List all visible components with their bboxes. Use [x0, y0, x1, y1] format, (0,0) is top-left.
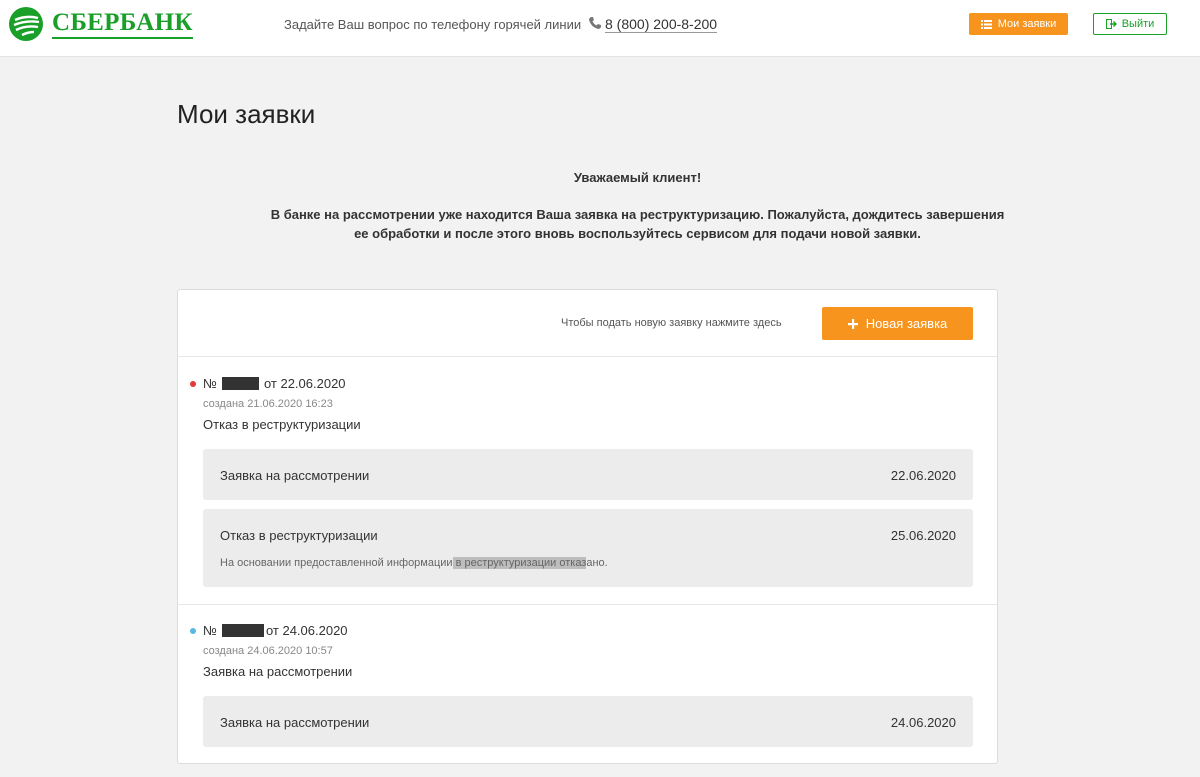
new-request-hint: Чтобы подать новую заявку нажмите здесь [561, 317, 782, 329]
my-requests-label: Мои заявки [997, 18, 1057, 30]
stage-row: Заявка на рассмотрении 24.06.2020 [203, 696, 973, 747]
stage-row: Заявка на рассмотрении 22.06.2020 [203, 449, 973, 500]
logo-text: СБЕРБАНК [52, 10, 193, 39]
page-title: Мои заявки [177, 99, 316, 129]
application-number: № от 24.06.2020 [203, 623, 348, 638]
stage-date: 22.06.2020 [890, 468, 956, 483]
applications-card: Чтобы подать новую заявку нажмите здесь … [177, 289, 998, 764]
number-prefix: № [203, 623, 217, 638]
stage-date: 25.06.2020 [890, 528, 956, 543]
stage-note-part-2: ано. [586, 557, 608, 569]
card-toolbar: Чтобы подать новую заявку нажмите здесь … [178, 290, 997, 357]
phone-icon [589, 17, 601, 29]
hotline-text: Задайте Ваш вопрос по телефону горячей л… [284, 17, 582, 32]
application-created: создана 24.06.2020 10:57 [203, 645, 333, 657]
stage-note: На основании предоставленной информации … [220, 557, 608, 569]
header: СБЕРБАНК Задайте Ваш вопрос по телефону … [0, 0, 1200, 57]
application-date: от 24.06.2020 [265, 623, 348, 638]
new-request-button[interactable]: Новая заявка [822, 307, 973, 340]
stage-note-part-1: На основании предоставленной информации [220, 557, 453, 569]
application-created: создана 21.06.2020 16:23 [203, 398, 333, 410]
my-requests-button[interactable]: Мои заявки [969, 13, 1068, 35]
application-status: Отказ в реструктуризации [203, 417, 361, 432]
notice-message: В банке на рассмотрении уже находится Ва… [177, 205, 1098, 243]
stage-row: Отказ в реструктуризации 25.06.2020 На о… [203, 509, 973, 587]
list-icon [980, 19, 992, 29]
application-number: № от 22.06.2020 [203, 376, 346, 391]
logout-button[interactable]: Выйти [1093, 13, 1167, 35]
application-item: № от 22.06.2020 создана 21.06.2020 16:23… [178, 358, 997, 605]
stage-note-highlight: в реструктуризации отказ [452, 557, 587, 569]
application-item: № от 24.06.2020 создана 24.06.2020 10:57… [178, 606, 997, 764]
new-request-label: Новая заявка [865, 316, 948, 331]
stage-name: Заявка на рассмотрении [220, 468, 370, 483]
notice-heading: Уважаемый клиент! [573, 170, 702, 185]
logout-label: Выйти [1121, 18, 1155, 30]
application-status: Заявка на рассмотрении [203, 664, 353, 679]
stage-date: 24.06.2020 [890, 715, 956, 730]
logout-icon [1105, 19, 1117, 29]
notice-line-1: В банке на рассмотрении уже находится Ва… [270, 207, 1005, 222]
application-date: от 22.06.2020 [263, 376, 346, 391]
number-prefix: № [203, 376, 217, 391]
sberbank-logo[interactable]: СБЕРБАНК [8, 6, 193, 42]
hotline-phone-link[interactable]: 8 (800) 200-8-200 [605, 16, 718, 33]
sberbank-logo-icon [9, 7, 43, 41]
redacted-number [221, 624, 264, 637]
redacted-number [221, 377, 259, 390]
status-dot-blue [190, 628, 196, 634]
stage-name: Заявка на рассмотрении [220, 715, 370, 730]
plus-icon [847, 318, 858, 329]
stage-name: Отказ в реструктуризации [220, 528, 378, 543]
notice-line-2: ее обработки и после этого вновь восполь… [354, 226, 921, 241]
status-dot-red [190, 381, 196, 387]
